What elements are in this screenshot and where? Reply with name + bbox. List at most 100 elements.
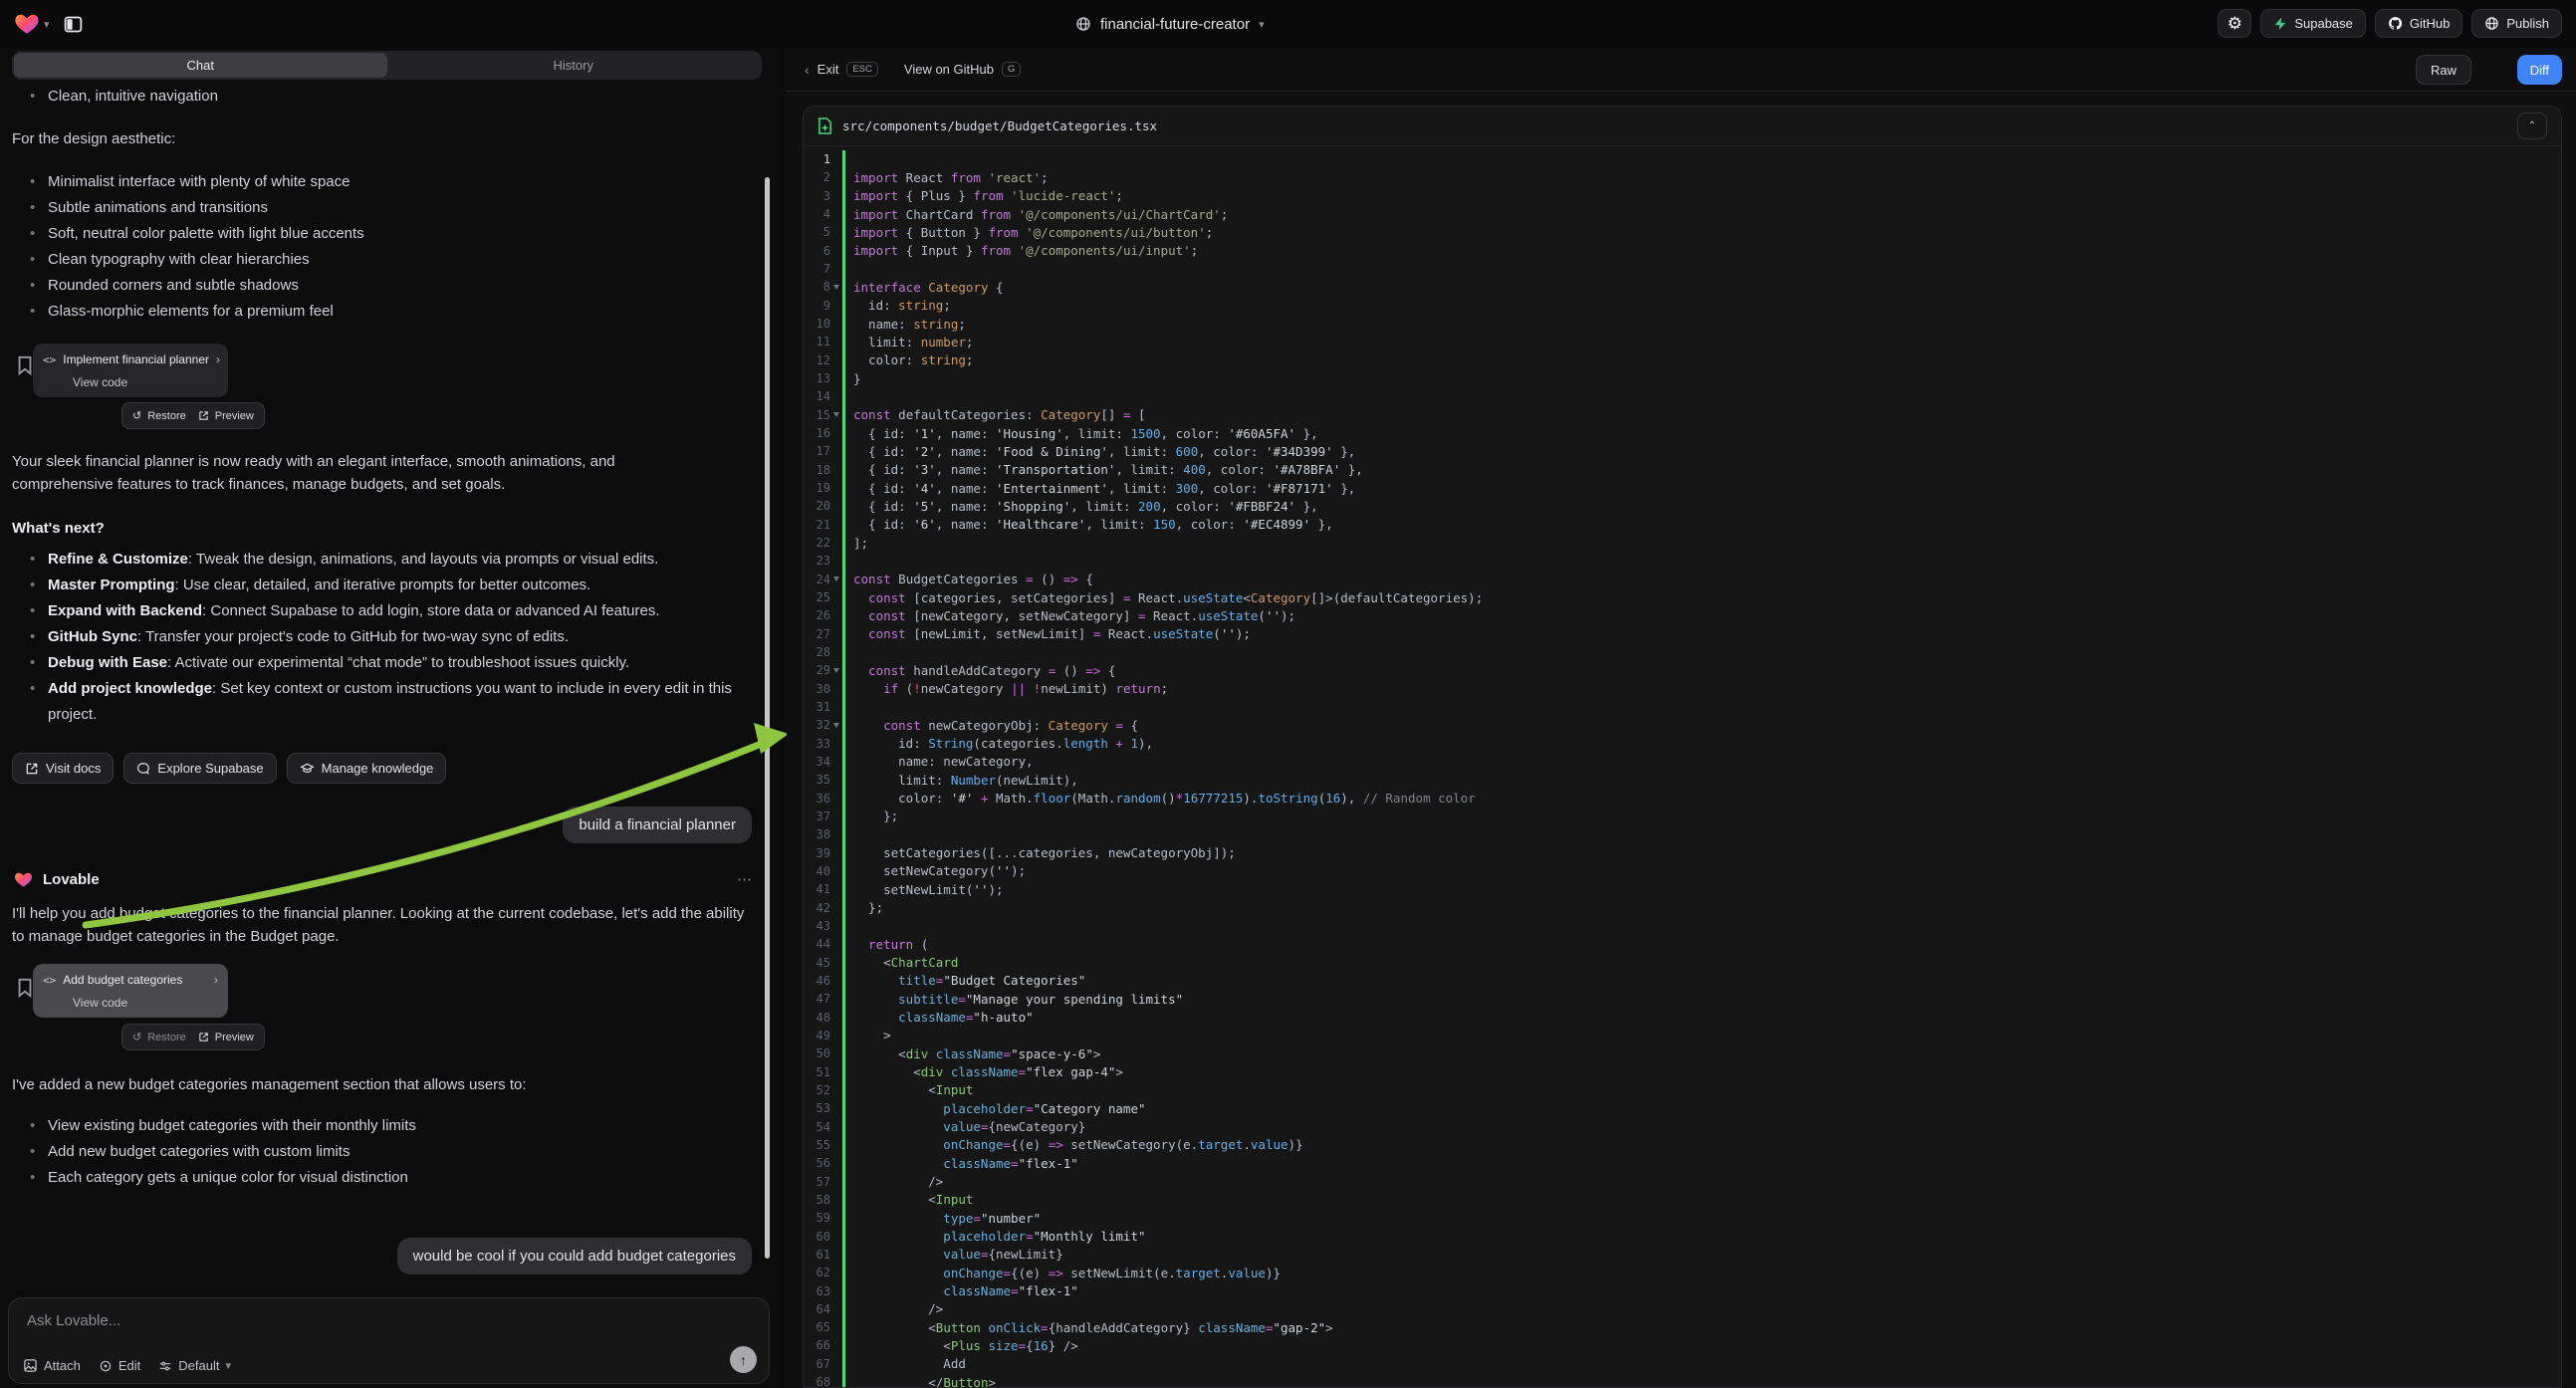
raw-toggle-button[interactable]: Raw (2416, 55, 2471, 85)
bookmark-icon[interactable] (16, 355, 34, 375)
sliders-icon (158, 1359, 172, 1373)
code-line: 36 color: '#' + Math.floor(Math.random()… (804, 789, 2561, 807)
view-on-github-button[interactable]: View on GitHub G (904, 62, 1021, 77)
chevron-left-icon: ‹ (805, 62, 810, 78)
publish-label: Publish (2506, 16, 2549, 31)
line-number: 31 (804, 700, 830, 714)
supabase-button[interactable]: Supabase (2260, 9, 2366, 38)
list-item: Soft, neutral color palette with light b… (12, 221, 769, 247)
chat-input-placeholder: Ask Lovable... (27, 1312, 120, 1329)
preview-button[interactable]: Preview (198, 410, 254, 422)
code-editor[interactable]: 12import React from 'react';3import { Pl… (804, 146, 2561, 1388)
send-arrow-icon: ↑ (740, 1352, 747, 1368)
graduation-cap-icon (300, 762, 315, 776)
assistant-message: Your sleek financial planner is now read… (12, 450, 689, 496)
line-number: 28 (804, 645, 830, 659)
code-line: 64 /> (804, 1300, 2561, 1318)
model-selector[interactable]: Default ▾ (158, 1358, 231, 1373)
line-number: 58 (804, 1193, 830, 1207)
exit-button[interactable]: ‹ Exit ESC (805, 62, 878, 78)
diff-toggle-button[interactable]: Diff (2517, 55, 2562, 85)
line-number: 6 (804, 244, 830, 258)
line-number: 44 (804, 937, 830, 951)
chevron-right-icon: › (216, 352, 220, 366)
send-button[interactable]: ↑ (730, 1346, 757, 1373)
lovable-menu[interactable]: ▾ (14, 11, 50, 37)
line-number: 10 (804, 317, 830, 331)
list-item: Clean, intuitive navigation (12, 84, 769, 110)
chevron-down-icon: ▾ (225, 1359, 231, 1372)
chat-input-box[interactable]: Ask Lovable... Attach Edit (8, 1297, 770, 1384)
code-line: 47 subtitle="Manage your spending limits… (804, 990, 2561, 1008)
chat-history-tabs: Chat History (12, 51, 762, 80)
list-item: Add project knowledge: Set key context o… (12, 676, 769, 728)
lovable-logo-icon (14, 11, 40, 37)
line-number: 57 (804, 1175, 830, 1189)
code-line: 21 { id: '6', name: 'Healthcare', limit:… (804, 516, 2561, 534)
line-number: 55 (804, 1138, 830, 1152)
code-line: 15const defaultCategories: Category[] = … (804, 406, 2561, 424)
code-line: 27 const [newLimit, setNewLimit] = React… (804, 625, 2561, 643)
line-number: 19 (804, 481, 830, 495)
visit-docs-button[interactable]: Visit docs (12, 753, 114, 784)
restore-button[interactable]: ↺Restore (132, 409, 186, 422)
code-line: 19 { id: '4', name: 'Entertainment', lim… (804, 479, 2561, 497)
view-code-link[interactable]: View code (73, 375, 218, 389)
code-line: 68 </Button> (804, 1373, 2561, 1388)
code-line: 31 (804, 698, 2561, 716)
version-card-implement-planner[interactable]: <> Implement financial planner › View co… (33, 344, 228, 397)
publish-button[interactable]: Publish (2471, 9, 2562, 38)
code-line: 44 return ( (804, 935, 2561, 953)
code-line: 20 { id: '5', name: 'Shopping', limit: 2… (804, 497, 2561, 515)
edit-mode-button[interactable]: Edit (99, 1358, 140, 1373)
line-number: 66 (804, 1338, 830, 1352)
code-line: 54 value={newCategory} (804, 1117, 2561, 1135)
line-number: 12 (804, 353, 830, 367)
feature-list-tail: Clean, intuitive navigation (12, 84, 769, 110)
preview-button[interactable]: Preview (198, 1032, 254, 1043)
manage-knowledge-button[interactable]: Manage knowledge (287, 753, 447, 784)
code-line: 26 const [newCategory, setNewCategory] =… (804, 606, 2561, 624)
fold-chevron-icon[interactable] (833, 668, 839, 673)
code-line: 60 placeholder="Monthly limit" (804, 1227, 2561, 1245)
chat-panel: Chat History Clean, intuitive navigation… (0, 48, 787, 1388)
line-number: 36 (804, 792, 830, 806)
line-number: 21 (804, 518, 830, 532)
explore-supabase-button[interactable]: Explore Supabase (123, 753, 276, 784)
fold-chevron-icon[interactable] (833, 285, 839, 290)
file-added-icon (818, 117, 832, 134)
attach-button[interactable]: Attach (23, 1358, 81, 1373)
line-number: 45 (804, 956, 830, 970)
line-number: 37 (804, 810, 830, 823)
list-item: Each category gets a unique color for vi… (12, 1165, 769, 1191)
file-path-row[interactable]: src/components/budget/BudgetCategories.t… (804, 107, 2561, 146)
restore-button[interactable]: ↺Restore (132, 1031, 186, 1043)
collapse-file-button[interactable]: ⌃ (2517, 113, 2547, 139)
code-line: 6import { Input } from '@/components/ui/… (804, 242, 2561, 260)
more-options-icon[interactable]: ⋯ (737, 870, 753, 888)
fold-chevron-icon[interactable] (833, 412, 839, 417)
fold-chevron-icon[interactable] (833, 723, 839, 728)
list-item: GitHub Sync: Transfer your project's cod… (12, 624, 769, 650)
code-line: 23 (804, 552, 2561, 570)
settings-button[interactable]: ⚙ (2218, 9, 2251, 38)
code-icon: <> (43, 974, 56, 987)
line-number: 41 (804, 882, 830, 896)
bookmark-icon[interactable] (16, 978, 34, 998)
github-button[interactable]: GitHub (2375, 9, 2462, 38)
tab-history[interactable]: History (387, 53, 761, 78)
toggle-sidebar-button[interactable] (58, 9, 90, 39)
tab-chat[interactable]: Chat (14, 53, 387, 78)
line-number: 50 (804, 1046, 830, 1060)
view-code-link[interactable]: View code (73, 996, 218, 1010)
version-card-add-budget-categories[interactable]: <> Add budget categories › View code (33, 964, 228, 1018)
line-number: 16 (804, 426, 830, 440)
line-number: 22 (804, 536, 830, 550)
code-line: 39 setCategories([...categories, newCate… (804, 843, 2561, 861)
code-line: 51 <div className="flex gap-4"> (804, 1062, 2561, 1080)
fold-chevron-icon[interactable] (833, 577, 839, 581)
chat-scrollbar[interactable] (765, 177, 770, 1259)
line-number: 26 (804, 608, 830, 622)
code-line: 17 { id: '2', name: 'Food & Dining', lim… (804, 442, 2561, 460)
project-switcher[interactable]: financial-future-creator ▾ (1075, 0, 1265, 48)
